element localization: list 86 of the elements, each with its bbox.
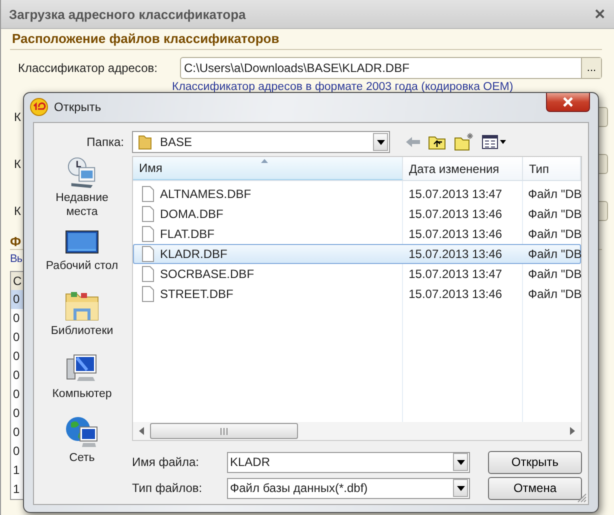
folder-up-icon[interactable] [428, 134, 446, 150]
file-row[interactable]: DOMA.DBF 15.07.2013 13:46 Файл "DB [133, 204, 581, 224]
file-name: SOCRBASE.DBF [160, 267, 254, 281]
file-icon [142, 246, 154, 262]
browse-button[interactable]: ... [581, 58, 601, 78]
file-type: Файл "DB [527, 247, 580, 261]
file-icon [142, 206, 154, 222]
table-cell[interactable]: 1 [11, 480, 25, 499]
file-type: Файл "DB [527, 227, 580, 241]
field-label: К [13, 156, 21, 170]
open-button[interactable]: Открыть [488, 450, 582, 474]
close-icon [562, 97, 574, 107]
table-cell[interactable]: 0 [11, 442, 25, 461]
table-cell[interactable]: 0 [11, 347, 25, 366]
file-name: STREET.DBF [160, 287, 234, 301]
dropdown-arrow-icon [456, 486, 464, 490]
file-icon [142, 226, 154, 242]
grip-lines-icon [220, 428, 228, 434]
file-type: Файл "DB [527, 187, 580, 201]
file-row[interactable]: FLAT.DBF 15.07.2013 13:46 Файл "DB [133, 224, 581, 244]
file-date: 15.07.2013 13:46 [408, 207, 504, 221]
file-type: Файл "DB [527, 267, 580, 281]
folder-icon [138, 134, 152, 150]
table-cell[interactable]: 0 [11, 309, 25, 328]
new-folder-icon[interactable] [454, 133, 474, 151]
file-type-dropdown[interactable]: Файл базы данных(*.dbf) [227, 478, 470, 498]
folder-icon [65, 290, 99, 322]
field-label: К [13, 110, 21, 124]
file-date: 15.07.2013 13:47 [408, 267, 504, 281]
view-menu-icon[interactable] [482, 135, 506, 149]
places-item[interactable]: Рабочий стол [42, 219, 122, 282]
table-cell[interactable]: 0 [11, 385, 25, 404]
file-row[interactable]: SOCRBASE.DBF 15.07.2013 13:47 Файл "DB [133, 264, 581, 284]
globe-computer-icon [65, 414, 99, 448]
table-cell[interactable]: 0 [11, 328, 25, 347]
logo-icon [30, 98, 48, 116]
file-date: 15.07.2013 13:46 [408, 227, 504, 241]
file-row[interactable]: KLADR.DBF 15.07.2013 13:46 Файл "DB [133, 244, 581, 264]
scroll-right-icon[interactable] [570, 427, 575, 435]
field-label: Классификатор адресов: [17, 61, 158, 75]
places-item[interactable]: Библиотеки [42, 282, 122, 345]
monitor-icon [65, 228, 99, 256]
file-date: 15.07.2013 13:46 [408, 247, 504, 261]
file-name: ALTNAMES.DBF [160, 187, 252, 201]
cancel-button[interactable]: Отмена [488, 476, 582, 500]
section-heading: Расположение файлов классификаторов [10, 31, 602, 50]
sort-arrow-icon [261, 159, 268, 163]
folder-label: Папка: [86, 135, 124, 149]
path-field[interactable]: C:\Users\a\Downloads\BASE\KLADR.DBF ... [180, 57, 602, 79]
file-row[interactable]: STREET.DBF 15.07.2013 13:46 Файл "DB [133, 284, 581, 304]
file-type-label: Тип файлов: [132, 481, 204, 495]
column-header[interactable]: Имя [133, 157, 403, 180]
window-title: Загрузка адресного классификатора [9, 6, 246, 22]
table-cell[interactable]: 1 [11, 461, 25, 480]
places-item[interactable]: Сеть [42, 408, 122, 471]
file-icon [142, 266, 154, 282]
column-header[interactable]: Дата изменения [403, 157, 523, 180]
format-link[interactable]: Классификатор адресов в формате 2003 года (кодировка OEM) [172, 81, 602, 93]
close-button[interactable] [546, 93, 590, 112]
table-cell[interactable]: 0 [11, 366, 25, 385]
resize-grip-icon[interactable] [577, 493, 587, 503]
horizontal-scrollbar[interactable] [133, 422, 581, 440]
file-name-label: Имя файла: [132, 455, 200, 469]
dropdown-arrow-icon [376, 140, 384, 144]
file-name: KLADR.DBF [160, 247, 228, 261]
file-type: Файл "DB [527, 287, 580, 301]
column-header[interactable]: Тип [523, 157, 581, 180]
places-item[interactable]: Недавние места [42, 156, 122, 219]
table-cell[interactable]: 0 [11, 404, 25, 423]
folder-dropdown[interactable]: BASE [132, 131, 390, 153]
file-name: FLAT.DBF [160, 227, 214, 241]
file-icon [142, 286, 154, 302]
file-name: DOMA.DBF [160, 207, 224, 221]
table-cell[interactable]: 0 [11, 423, 25, 442]
file-name-field[interactable]: KLADR [227, 452, 470, 472]
file-row[interactable]: ALTNAMES.DBF 15.07.2013 13:47 Файл "DB [133, 184, 581, 204]
file-date: 15.07.2013 13:46 [408, 287, 504, 301]
scroll-left-icon[interactable] [139, 427, 144, 435]
close-button[interactable]: ✕ [594, 6, 606, 22]
field-label: К [13, 204, 21, 218]
file-type: Файл "DB [527, 207, 580, 221]
dialog-title: Открыть [54, 100, 102, 114]
places-item[interactable]: Компьютер [42, 345, 122, 408]
dropdown-arrow-icon [456, 460, 464, 464]
file-icon [142, 186, 154, 202]
file-date: 15.07.2013 13:47 [408, 187, 504, 201]
